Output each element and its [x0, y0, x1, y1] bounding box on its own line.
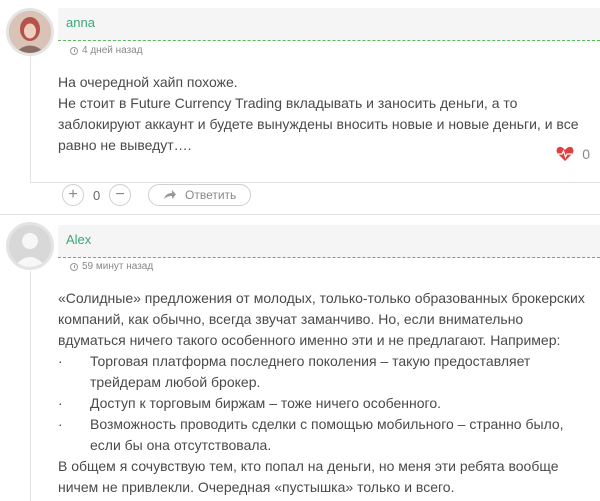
bullet-text: Доступ к торговым биржам – тоже ничего о…	[90, 395, 442, 411]
bullet-mark: ·	[58, 353, 63, 369]
minus-label: −	[115, 186, 125, 203]
bullet-text: Возможность проводить сделки с помощью м…	[90, 416, 564, 453]
comment-line: В общем я сочувствую тем, кто попал на д…	[58, 458, 559, 495]
comment-author[interactable]: Alex	[66, 232, 91, 247]
comment-line: На очередной хайп похоже.	[58, 74, 238, 90]
comment-time: 59 минут назад	[82, 261, 154, 272]
user-photo-avatar-image	[9, 11, 51, 53]
thread-line	[30, 271, 31, 501]
default-user-avatar[interactable]	[6, 222, 54, 270]
comment-line: Не стоит в Future Currency Trading вклад…	[58, 95, 579, 153]
reply-label: Ответить	[185, 188, 237, 202]
thread-line	[30, 56, 31, 182]
clock-icon	[70, 46, 78, 55]
clock-icon	[70, 262, 78, 271]
plus-label: +	[68, 186, 78, 203]
vote-up-button[interactable]: +	[62, 184, 84, 206]
bullet-text: Торговая платформа последнего поколения …	[90, 353, 531, 390]
reply-arrow-icon	[164, 190, 176, 199]
like-area: 0	[556, 146, 590, 162]
comment-header: Alex	[58, 225, 600, 258]
user-photo-avatar[interactable]	[6, 8, 54, 56]
comment-meta: 59 минут назад	[70, 261, 153, 272]
comment-anna: anna 4 дней назад На очередной хайп похо…	[0, 0, 600, 215]
vote-count: 0	[93, 188, 101, 203]
comment-divider	[30, 182, 600, 183]
comment-body: «Солидные» предложения от молодых, тольк…	[58, 288, 592, 498]
vote-down-button[interactable]: −	[109, 184, 131, 206]
bullet-item: · Доступ к торговым биржам – тоже ничего…	[58, 393, 592, 414]
comment-line: «Солидные» предложения от молодых, тольк…	[58, 290, 585, 348]
bullet-item: · Возможность проводить сделки с помощью…	[58, 414, 592, 456]
comment-body: На очередной хайп похоже. Не стоит в Fut…	[58, 72, 592, 156]
like-count: 0	[582, 146, 590, 162]
bullet-mark: ·	[58, 395, 63, 411]
bullet-mark: ·	[58, 416, 63, 432]
comment-time: 4 дней назад	[82, 45, 143, 56]
bullet-item: · Торговая платформа последнего поколени…	[58, 351, 592, 393]
comment-alex: Alex 59 минут назад «Солидные» предложен…	[0, 215, 600, 501]
comment-header: anna	[58, 8, 600, 41]
heart-pulse-icon[interactable]	[556, 146, 574, 162]
comment-author[interactable]: anna	[66, 15, 95, 30]
default-user-avatar-image	[9, 225, 51, 267]
reply-button[interactable]: Ответить	[148, 184, 252, 206]
comment-meta: 4 дней назад	[70, 45, 143, 56]
